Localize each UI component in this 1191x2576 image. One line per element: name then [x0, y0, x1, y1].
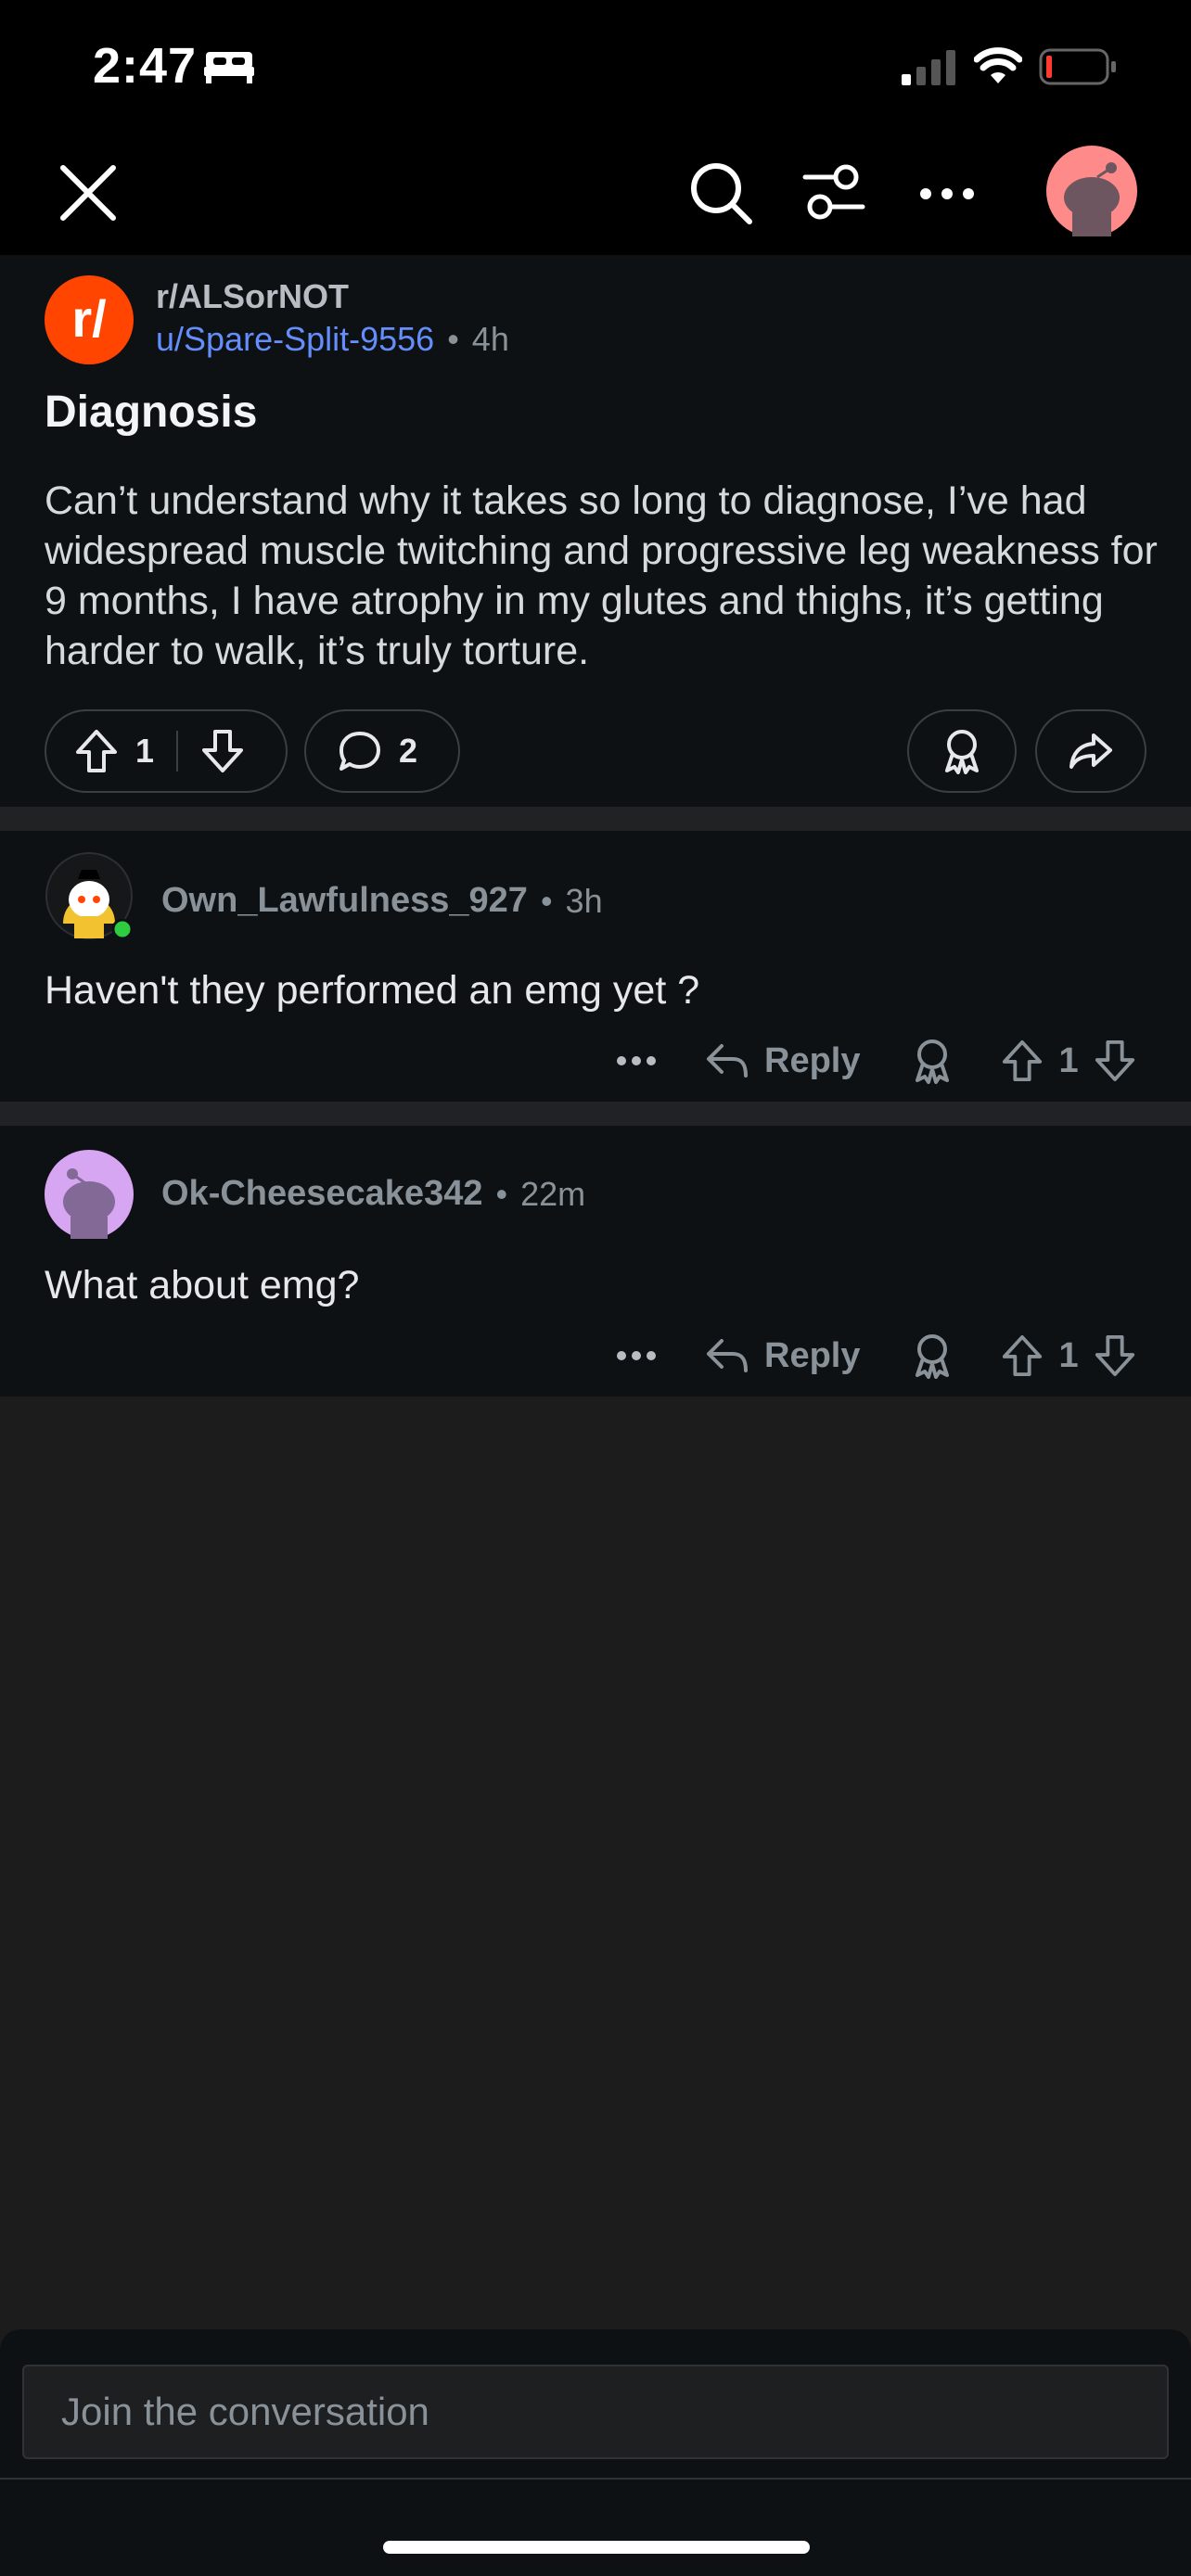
comment: Ok-Cheesecake342 • 22m What about emg? R… [0, 1126, 1191, 1396]
post-comment-count: 2 [399, 732, 418, 770]
separator [0, 807, 1191, 831]
comment-icon [339, 732, 380, 771]
comment-username[interactable]: Ok-Cheesecake342 [161, 1174, 482, 1214]
reply-icon [707, 1339, 748, 1372]
comments-button[interactable]: 2 [304, 709, 460, 793]
vote-divider [176, 731, 179, 772]
upvote-icon[interactable] [1001, 1038, 1044, 1084]
reply-label: Reply [764, 1040, 861, 1080]
share-button[interactable] [1035, 709, 1146, 793]
post-age: 4h [471, 320, 509, 358]
share-icon [1069, 733, 1112, 769]
status-bar: 2:47 [0, 0, 1191, 134]
dot-separator: • [447, 320, 459, 358]
search-icon[interactable] [688, 160, 755, 227]
comment-age: 3h [565, 881, 603, 920]
comment: Own_Lawfulness_927 • 3h Haven't they per… [0, 831, 1191, 1102]
separator [0, 1102, 1191, 1126]
comment-text: Haven't they performed an emg yet ? [45, 968, 700, 1013]
svg-text:r/: r/ [71, 289, 107, 348]
upvote-icon[interactable] [1001, 1333, 1044, 1379]
award-icon[interactable] [912, 1333, 953, 1379]
divider [0, 2478, 1191, 2480]
dot-separator: • [495, 1174, 508, 1213]
battery-icon [1039, 48, 1116, 85]
more-icon[interactable] [918, 186, 976, 201]
subreddit-icon[interactable]: r/ [45, 275, 134, 364]
avatar[interactable] [1046, 146, 1137, 236]
comment-input-placeholder: Join the conversation [61, 2390, 429, 2433]
comment-input[interactable]: Join the conversation [22, 2365, 1169, 2459]
comment-username[interactable]: Own_Lawfulness_927 [161, 881, 528, 921]
comment-vote-count: 1 [1058, 1040, 1079, 1080]
downvote-icon[interactable] [200, 728, 245, 774]
post: r/ r/ALSorNOT u/Spare-Split-9556 • 4h Di… [0, 255, 1191, 807]
upvote-icon[interactable] [74, 728, 119, 774]
vote-control: 1 [45, 709, 288, 793]
wifi-icon [974, 47, 1022, 83]
comment-vote-count: 1 [1058, 1335, 1079, 1375]
reply-button[interactable]: Reply [705, 1041, 860, 1081]
reply-label: Reply [764, 1335, 861, 1375]
reply-button[interactable]: Reply [705, 1336, 860, 1376]
sleep-mode-icon [204, 52, 254, 83]
downvote-icon[interactable] [1094, 1038, 1136, 1084]
filter-icon[interactable] [801, 162, 866, 223]
award-icon [945, 730, 979, 774]
home-indicator[interactable] [383, 2541, 810, 2554]
close-icon[interactable] [58, 162, 119, 223]
post-title: Diagnosis [45, 388, 258, 437]
commenter-avatar[interactable] [45, 1150, 134, 1239]
more-icon[interactable] [616, 1055, 657, 1066]
reply-icon [707, 1044, 748, 1078]
subreddit-name[interactable]: r/ALSorNOT [156, 277, 349, 316]
post-author[interactable]: u/Spare-Split-9556 [156, 320, 434, 359]
award-button[interactable] [907, 709, 1017, 793]
dot-separator: • [540, 881, 553, 920]
commenter-avatar[interactable] [45, 851, 134, 940]
comment-actions: Reply 1 [616, 1330, 1136, 1382]
status-time: 2:47 [93, 38, 198, 94]
top-nav [0, 134, 1191, 255]
more-icon[interactable] [616, 1350, 657, 1361]
award-icon[interactable] [912, 1038, 953, 1084]
post-vote-count: 1 [135, 732, 155, 770]
comment-age: 22m [520, 1174, 586, 1213]
signal-icon [902, 50, 955, 85]
downvote-icon[interactable] [1094, 1333, 1136, 1379]
comment-text: What about emg? [45, 1263, 360, 1307]
comment-actions: Reply 1 [616, 1035, 1136, 1087]
post-body: Can’t understand why it takes so long to… [45, 478, 1158, 673]
